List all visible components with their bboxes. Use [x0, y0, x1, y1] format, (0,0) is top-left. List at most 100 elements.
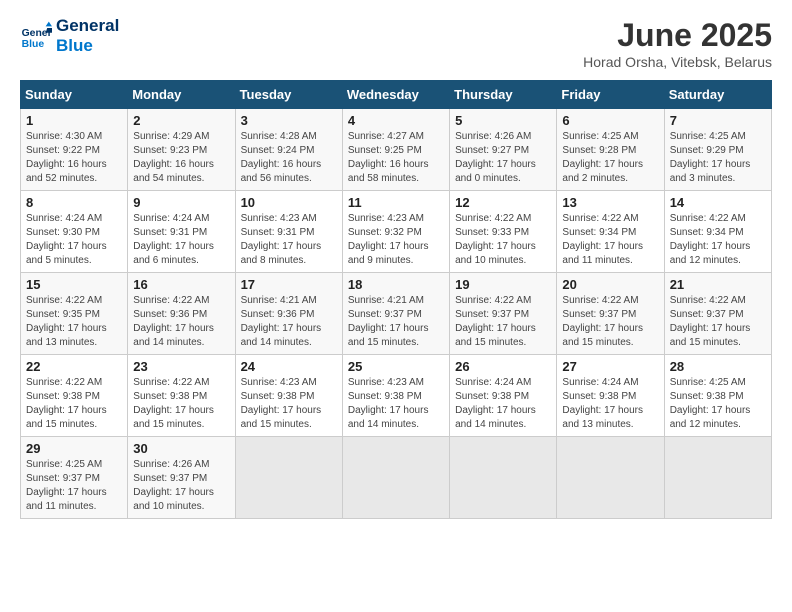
- logo-blue: Blue: [56, 36, 119, 56]
- day-cell: 5 Sunrise: 4:26 AMSunset: 9:27 PMDayligh…: [450, 109, 557, 191]
- day-number: 6: [562, 113, 658, 128]
- week-row-5: 29 Sunrise: 4:25 AMSunset: 9:37 PMDaylig…: [21, 437, 772, 519]
- day-detail: Sunrise: 4:23 AMSunset: 9:32 PMDaylight:…: [348, 213, 429, 266]
- day-number: 13: [562, 195, 658, 210]
- day-number: 1: [26, 113, 122, 128]
- day-cell: 28 Sunrise: 4:25 AMSunset: 9:38 PMDaylig…: [664, 355, 771, 437]
- day-detail: Sunrise: 4:24 AMSunset: 9:31 PMDaylight:…: [133, 213, 214, 266]
- col-header-friday: Friday: [557, 81, 664, 109]
- day-detail: Sunrise: 4:23 AMSunset: 9:31 PMDaylight:…: [241, 213, 322, 266]
- day-cell: [342, 437, 449, 519]
- day-detail: Sunrise: 4:25 AMSunset: 9:38 PMDaylight:…: [670, 377, 751, 430]
- day-detail: Sunrise: 4:26 AMSunset: 9:37 PMDaylight:…: [133, 459, 214, 512]
- day-number: 20: [562, 277, 658, 292]
- day-detail: Sunrise: 4:23 AMSunset: 9:38 PMDaylight:…: [241, 377, 322, 430]
- day-number: 11: [348, 195, 444, 210]
- day-cell: 21 Sunrise: 4:22 AMSunset: 9:37 PMDaylig…: [664, 273, 771, 355]
- day-number: 30: [133, 441, 229, 456]
- day-detail: Sunrise: 4:22 AMSunset: 9:37 PMDaylight:…: [562, 295, 643, 348]
- day-cell: 2 Sunrise: 4:29 AMSunset: 9:23 PMDayligh…: [128, 109, 235, 191]
- day-cell: [450, 437, 557, 519]
- day-cell: 8 Sunrise: 4:24 AMSunset: 9:30 PMDayligh…: [21, 191, 128, 273]
- day-number: 27: [562, 359, 658, 374]
- day-cell: 15 Sunrise: 4:22 AMSunset: 9:35 PMDaylig…: [21, 273, 128, 355]
- day-detail: Sunrise: 4:28 AMSunset: 9:24 PMDaylight:…: [241, 131, 322, 184]
- day-number: 12: [455, 195, 551, 210]
- day-cell: 18 Sunrise: 4:21 AMSunset: 9:37 PMDaylig…: [342, 273, 449, 355]
- month-title: June 2025: [583, 16, 772, 54]
- col-header-saturday: Saturday: [664, 81, 771, 109]
- day-cell: 3 Sunrise: 4:28 AMSunset: 9:24 PMDayligh…: [235, 109, 342, 191]
- day-number: 25: [348, 359, 444, 374]
- day-detail: Sunrise: 4:22 AMSunset: 9:33 PMDaylight:…: [455, 213, 536, 266]
- day-number: 14: [670, 195, 766, 210]
- day-number: 18: [348, 277, 444, 292]
- calendar-body: 1 Sunrise: 4:30 AMSunset: 9:22 PMDayligh…: [21, 109, 772, 519]
- day-detail: Sunrise: 4:25 AMSunset: 9:28 PMDaylight:…: [562, 131, 643, 184]
- day-number: 23: [133, 359, 229, 374]
- day-cell: 12 Sunrise: 4:22 AMSunset: 9:33 PMDaylig…: [450, 191, 557, 273]
- logo-general: General: [56, 16, 119, 36]
- day-number: 4: [348, 113, 444, 128]
- day-detail: Sunrise: 4:22 AMSunset: 9:36 PMDaylight:…: [133, 295, 214, 348]
- day-cell: 1 Sunrise: 4:30 AMSunset: 9:22 PMDayligh…: [21, 109, 128, 191]
- day-number: 9: [133, 195, 229, 210]
- title-block: June 2025 Horad Orsha, Vitebsk, Belarus: [583, 16, 772, 70]
- day-cell: 20 Sunrise: 4:22 AMSunset: 9:37 PMDaylig…: [557, 273, 664, 355]
- day-cell: [557, 437, 664, 519]
- col-header-thursday: Thursday: [450, 81, 557, 109]
- day-detail: Sunrise: 4:25 AMSunset: 9:37 PMDaylight:…: [26, 459, 107, 512]
- day-detail: Sunrise: 4:24 AMSunset: 9:30 PMDaylight:…: [26, 213, 107, 266]
- calendar-header-row: SundayMondayTuesdayWednesdayThursdayFrid…: [21, 81, 772, 109]
- day-number: 3: [241, 113, 337, 128]
- day-detail: Sunrise: 4:21 AMSunset: 9:36 PMDaylight:…: [241, 295, 322, 348]
- day-cell: 30 Sunrise: 4:26 AMSunset: 9:37 PMDaylig…: [128, 437, 235, 519]
- day-detail: Sunrise: 4:30 AMSunset: 9:22 PMDaylight:…: [26, 131, 107, 184]
- day-number: 29: [26, 441, 122, 456]
- day-cell: 29 Sunrise: 4:25 AMSunset: 9:37 PMDaylig…: [21, 437, 128, 519]
- day-cell: 24 Sunrise: 4:23 AMSunset: 9:38 PMDaylig…: [235, 355, 342, 437]
- day-number: 17: [241, 277, 337, 292]
- day-cell: 14 Sunrise: 4:22 AMSunset: 9:34 PMDaylig…: [664, 191, 771, 273]
- day-detail: Sunrise: 4:22 AMSunset: 9:37 PMDaylight:…: [455, 295, 536, 348]
- day-detail: Sunrise: 4:22 AMSunset: 9:38 PMDaylight:…: [133, 377, 214, 430]
- day-cell: 19 Sunrise: 4:22 AMSunset: 9:37 PMDaylig…: [450, 273, 557, 355]
- day-number: 22: [26, 359, 122, 374]
- col-header-tuesday: Tuesday: [235, 81, 342, 109]
- day-detail: Sunrise: 4:21 AMSunset: 9:37 PMDaylight:…: [348, 295, 429, 348]
- day-number: 7: [670, 113, 766, 128]
- day-detail: Sunrise: 4:22 AMSunset: 9:34 PMDaylight:…: [670, 213, 751, 266]
- day-cell: 13 Sunrise: 4:22 AMSunset: 9:34 PMDaylig…: [557, 191, 664, 273]
- day-number: 10: [241, 195, 337, 210]
- logo: General Blue General Blue: [20, 16, 119, 57]
- day-detail: Sunrise: 4:26 AMSunset: 9:27 PMDaylight:…: [455, 131, 536, 184]
- day-cell: 22 Sunrise: 4:22 AMSunset: 9:38 PMDaylig…: [21, 355, 128, 437]
- day-detail: Sunrise: 4:22 AMSunset: 9:34 PMDaylight:…: [562, 213, 643, 266]
- calendar-table: SundayMondayTuesdayWednesdayThursdayFrid…: [20, 80, 772, 519]
- day-detail: Sunrise: 4:25 AMSunset: 9:29 PMDaylight:…: [670, 131, 751, 184]
- day-detail: Sunrise: 4:29 AMSunset: 9:23 PMDaylight:…: [133, 131, 214, 184]
- day-cell: [235, 437, 342, 519]
- day-cell: 4 Sunrise: 4:27 AMSunset: 9:25 PMDayligh…: [342, 109, 449, 191]
- day-detail: Sunrise: 4:24 AMSunset: 9:38 PMDaylight:…: [455, 377, 536, 430]
- week-row-4: 22 Sunrise: 4:22 AMSunset: 9:38 PMDaylig…: [21, 355, 772, 437]
- week-row-3: 15 Sunrise: 4:22 AMSunset: 9:35 PMDaylig…: [21, 273, 772, 355]
- day-number: 28: [670, 359, 766, 374]
- day-number: 8: [26, 195, 122, 210]
- day-cell: [664, 437, 771, 519]
- day-number: 16: [133, 277, 229, 292]
- day-detail: Sunrise: 4:23 AMSunset: 9:38 PMDaylight:…: [348, 377, 429, 430]
- day-number: 21: [670, 277, 766, 292]
- col-header-wednesday: Wednesday: [342, 81, 449, 109]
- day-number: 15: [26, 277, 122, 292]
- svg-text:Blue: Blue: [22, 40, 45, 51]
- day-detail: Sunrise: 4:27 AMSunset: 9:25 PMDaylight:…: [348, 131, 429, 184]
- day-cell: 25 Sunrise: 4:23 AMSunset: 9:38 PMDaylig…: [342, 355, 449, 437]
- day-detail: Sunrise: 4:22 AMSunset: 9:37 PMDaylight:…: [670, 295, 751, 348]
- day-cell: 6 Sunrise: 4:25 AMSunset: 9:28 PMDayligh…: [557, 109, 664, 191]
- day-number: 5: [455, 113, 551, 128]
- day-number: 2: [133, 113, 229, 128]
- day-cell: 27 Sunrise: 4:24 AMSunset: 9:38 PMDaylig…: [557, 355, 664, 437]
- day-cell: 23 Sunrise: 4:22 AMSunset: 9:38 PMDaylig…: [128, 355, 235, 437]
- col-header-sunday: Sunday: [21, 81, 128, 109]
